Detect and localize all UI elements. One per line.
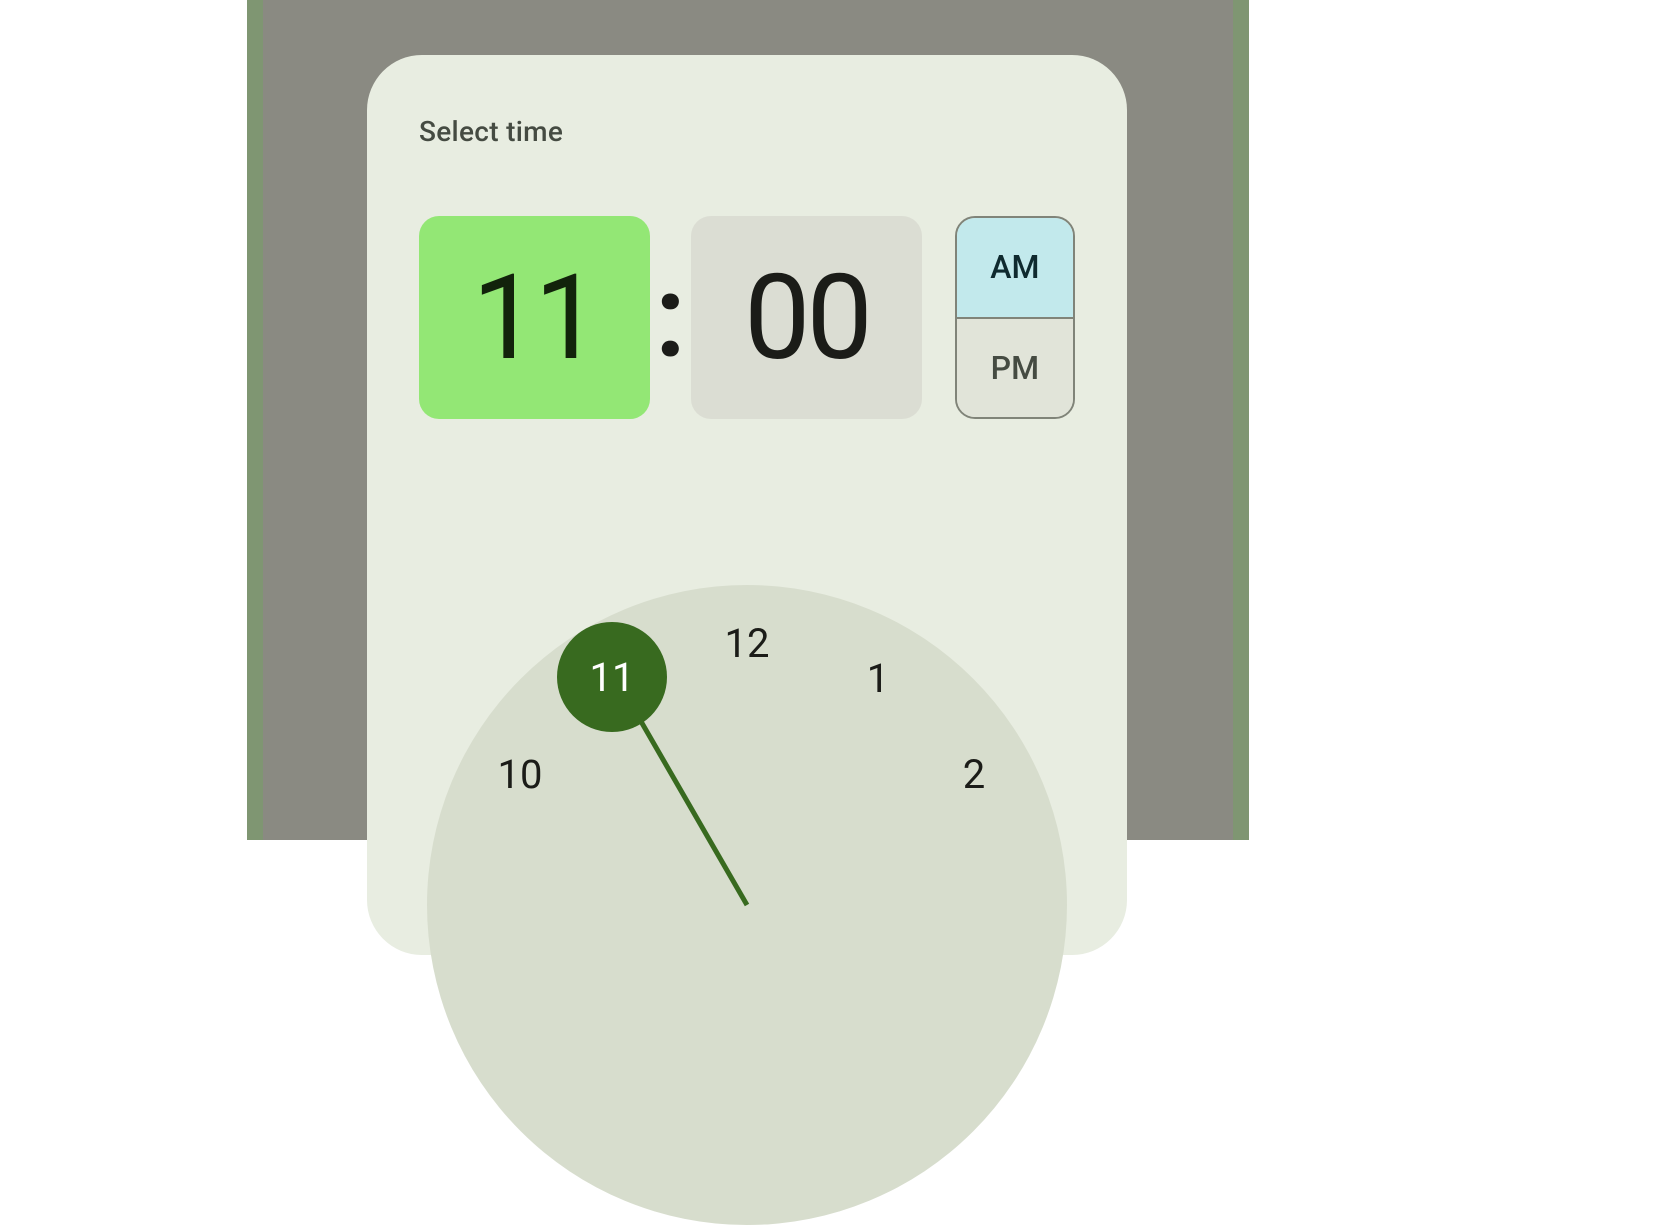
time-display-row: 11 : 00 AM PM bbox=[419, 216, 1075, 419]
ampm-toggle: AM PM bbox=[955, 216, 1075, 419]
clock-face[interactable]: 11 12 1 2 10 bbox=[427, 585, 1067, 1225]
selected-hour-marker[interactable]: 11 bbox=[557, 622, 667, 732]
time-colon: : bbox=[650, 250, 692, 385]
time-picker-dialog: Select time 11 : 00 AM PM 11 12 1 2 10 bbox=[367, 55, 1127, 955]
clock-hour-12[interactable]: 12 bbox=[717, 613, 777, 673]
phone-frame-right bbox=[1233, 0, 1249, 840]
minute-selector[interactable]: 00 bbox=[691, 216, 922, 419]
phone-frame-left bbox=[247, 0, 263, 840]
clock-hour-2[interactable]: 2 bbox=[944, 744, 1004, 804]
am-button[interactable]: AM bbox=[957, 218, 1073, 319]
clock-hour-1[interactable]: 1 bbox=[848, 648, 908, 708]
pm-button[interactable]: PM bbox=[957, 319, 1073, 418]
hour-selector[interactable]: 11 bbox=[419, 216, 650, 419]
dialog-title: Select time bbox=[419, 115, 1075, 148]
clock-hour-10[interactable]: 10 bbox=[490, 744, 550, 804]
